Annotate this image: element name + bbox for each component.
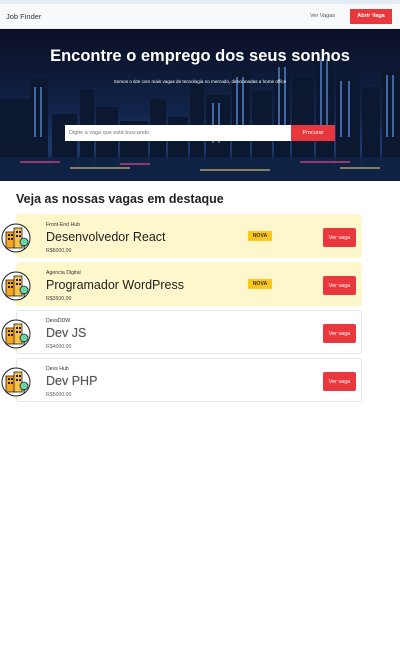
hero-subtitle: Somos o site com mais vagas de tecnologi… <box>113 79 287 84</box>
office-buildings-icon <box>1 223 31 253</box>
office-buildings-icon <box>1 271 31 301</box>
nav-link-ver-vagas[interactable]: Ver Vagas <box>310 13 335 19</box>
navbar: Job Finder Ver Vagas Abrir Vaga <box>0 4 400 29</box>
company-name: Agencia Digital <box>46 270 81 276</box>
job-title: Dev PHP <box>46 374 98 388</box>
brand-logo[interactable]: Job Finder <box>6 12 41 21</box>
hero-title: Encontre o emprego dos seus sonhos <box>50 47 350 65</box>
hero-banner: Encontre o emprego dos seus sonhos Somos… <box>0 29 400 181</box>
job-card: Agencia Digital Programador WordPress R$… <box>1 262 362 306</box>
job-card: Devs Hub Dev PHP R$5000,00 Ver vaga <box>1 358 362 402</box>
office-buildings-icon <box>1 367 31 397</box>
job-salary: R$3500,00 <box>46 296 72 302</box>
job-salary: R$6000,00 <box>46 248 72 254</box>
company-name: DevsDDW <box>46 318 71 324</box>
job-list: Front-End Hub Desenvolvedor React R$6000… <box>0 214 400 402</box>
job-salary: R$4000,00 <box>46 344 72 350</box>
search-button[interactable]: Procurar <box>291 125 335 141</box>
new-badge: NOVA <box>248 231 272 241</box>
search-form: Procurar <box>65 125 335 141</box>
job-title: Dev JS <box>46 326 87 340</box>
view-job-button[interactable]: Ver vaga <box>323 228 356 247</box>
office-buildings-icon <box>1 319 31 349</box>
new-badge: NOVA <box>248 279 272 289</box>
section-title: Veja as nossas vagas em destaque <box>16 192 224 206</box>
job-title: Programador WordPress <box>46 278 185 292</box>
search-input[interactable] <box>65 125 291 141</box>
view-job-button[interactable]: Ver vaga <box>323 324 356 343</box>
open-job-button[interactable]: Abrir Vaga <box>350 8 392 24</box>
view-job-button[interactable]: Ver vaga <box>323 276 356 295</box>
view-job-button[interactable]: Ver vaga <box>323 372 356 391</box>
job-card: Front-End Hub Desenvolvedor React R$6000… <box>1 214 362 258</box>
job-title: Desenvolvedor React <box>46 230 166 244</box>
company-name: Front-End Hub <box>46 222 81 228</box>
nav-actions: Ver Vagas Abrir Vaga <box>310 4 400 28</box>
job-salary: R$5000,00 <box>46 392 72 398</box>
company-name: Devs Hub <box>46 366 69 372</box>
job-card: DevsDDW Dev JS R$4000,00 Ver vaga <box>1 310 362 354</box>
